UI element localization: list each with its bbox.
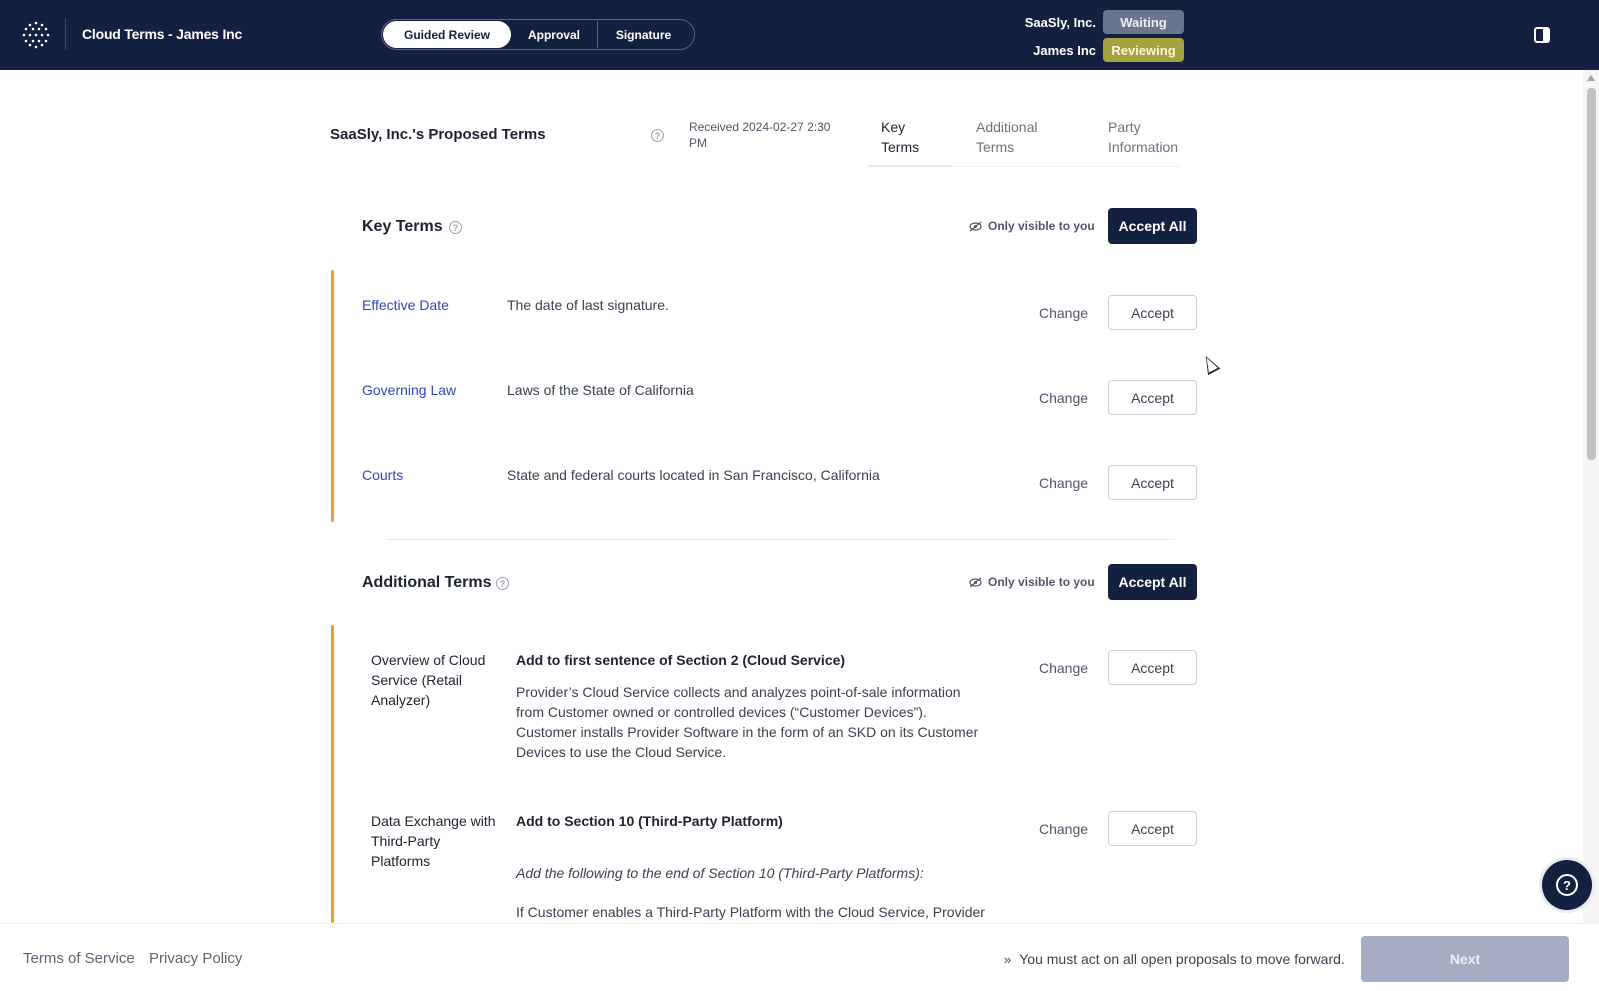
additional-terms-accent-bar [331, 625, 334, 923]
additional-term-body: Provider’s Cloud Service collects and an… [516, 684, 979, 760]
party-name: James Inc [1033, 42, 1096, 58]
visibility-note: Only visible to you [969, 575, 1095, 589]
terms-of-service-link[interactable]: Terms of Service [23, 950, 135, 967]
additional-terms-accept-all-button[interactable]: Accept All [1108, 564, 1197, 600]
accept-button[interactable]: Accept [1108, 811, 1197, 846]
additional-term-body: If Customer enables a Third-Party Platfo… [516, 904, 985, 920]
accept-button[interactable]: Accept [1108, 380, 1197, 415]
status-badge-reviewing: Reviewing [1103, 38, 1184, 62]
question-mark-icon: ? [1556, 874, 1578, 896]
additional-term-instruction: Add the following to the end of Section … [516, 865, 924, 881]
visibility-note-text: Only visible to you [988, 575, 1095, 589]
section-divider [386, 539, 1175, 540]
party-row-saasly: SaaSly, Inc. Waiting [1025, 10, 1184, 34]
term-label-governing-law[interactable]: Governing Law [362, 382, 456, 398]
privacy-policy-link[interactable]: Privacy Policy [149, 950, 242, 967]
page-title: SaaSly, Inc.'s Proposed Terms [330, 126, 546, 143]
received-timestamp: Received 2024-02-27 2:30 PM [689, 120, 831, 150]
term-value-courts: State and federal courts located in San … [507, 467, 880, 483]
side-panel-toggle-icon[interactable] [1534, 27, 1550, 43]
change-button[interactable]: Change [1039, 821, 1088, 837]
term-value-effective-date: The date of last signature. [507, 297, 669, 313]
additional-term-label: Overview of Cloud Service (Retail Analyz… [371, 652, 486, 708]
mouse-cursor-icon [1199, 352, 1221, 376]
additional-term-heading: Add to first sentence of Section 2 (Clou… [516, 652, 846, 668]
workflow-stepper: Guided Review Approval Signature [381, 19, 695, 50]
scroll-up-arrow-icon[interactable] [1587, 75, 1595, 81]
app-title: Cloud Terms - James Inc [82, 26, 243, 42]
visibility-note: Only visible to you [969, 219, 1095, 233]
change-button[interactable]: Change [1039, 390, 1088, 406]
key-terms-accept-all-button[interactable]: Accept All [1108, 208, 1197, 244]
key-terms-help-icon[interactable]: ? [449, 221, 462, 234]
term-label-courts[interactable]: Courts [362, 467, 403, 483]
key-terms-title: Key Terms [362, 218, 443, 235]
eye-slash-icon [969, 577, 982, 587]
party-status-list: SaaSly, Inc. Waiting James Inc Reviewing [1025, 10, 1184, 66]
party-name: SaaSly, Inc. [1024, 14, 1096, 30]
step-signature[interactable]: Signature [597, 21, 689, 48]
visibility-note-text: Only visible to you [988, 219, 1095, 233]
footer: Terms of Service Privacy Policy » You mu… [0, 923, 1599, 991]
help-chat-button[interactable]: ? [1542, 860, 1592, 910]
accept-button[interactable]: Accept [1108, 465, 1197, 500]
top-bar: Cloud Terms - James Inc Guided Review Ap… [0, 0, 1599, 70]
accept-button[interactable]: Accept [1108, 295, 1197, 330]
change-button[interactable]: Change [1039, 475, 1088, 491]
double-chevron-right-icon: » [1004, 951, 1012, 967]
scrollbar[interactable] [1583, 70, 1599, 926]
help-icon[interactable]: ? [651, 129, 664, 142]
change-button[interactable]: Change [1039, 305, 1088, 321]
logo-divider [65, 18, 66, 50]
status-badge-waiting: Waiting [1103, 10, 1184, 34]
key-terms-accent-bar [331, 270, 334, 522]
accept-button[interactable]: Accept [1108, 650, 1197, 685]
additional-terms-help-icon[interactable]: ? [496, 577, 509, 590]
eye-slash-icon [969, 221, 982, 231]
step-guided-review[interactable]: Guided Review [383, 21, 511, 48]
section-tabs: Key Terms Additional Terms Party Informa… [868, 109, 1180, 167]
progress-message: » You must act on all open proposals to … [1004, 951, 1345, 967]
term-value-governing-law: Laws of the State of California [507, 382, 694, 398]
tab-key-terms[interactable]: Key Terms [881, 117, 941, 157]
additional-term-heading: Add to Section 10 (Third-Party Platform) [516, 813, 783, 829]
party-row-james: James Inc Reviewing [1025, 38, 1184, 62]
step-approval[interactable]: Approval [511, 21, 597, 48]
tab-active-underline [868, 165, 952, 167]
scroll-thumb[interactable] [1587, 88, 1596, 460]
term-label-effective-date[interactable]: Effective Date [362, 297, 449, 313]
change-button[interactable]: Change [1039, 660, 1088, 676]
next-button[interactable]: Next [1361, 936, 1569, 982]
additional-term-label: Data Exchange with Third-Party Platforms [371, 813, 496, 869]
logo-icon[interactable] [22, 21, 50, 49]
additional-terms-title: Additional Terms [362, 574, 492, 591]
progress-message-text: You must act on all open proposals to mo… [1019, 951, 1345, 967]
tab-party-information[interactable]: Party Information [1108, 117, 1188, 157]
tab-additional-terms[interactable]: Additional Terms [976, 117, 1056, 157]
